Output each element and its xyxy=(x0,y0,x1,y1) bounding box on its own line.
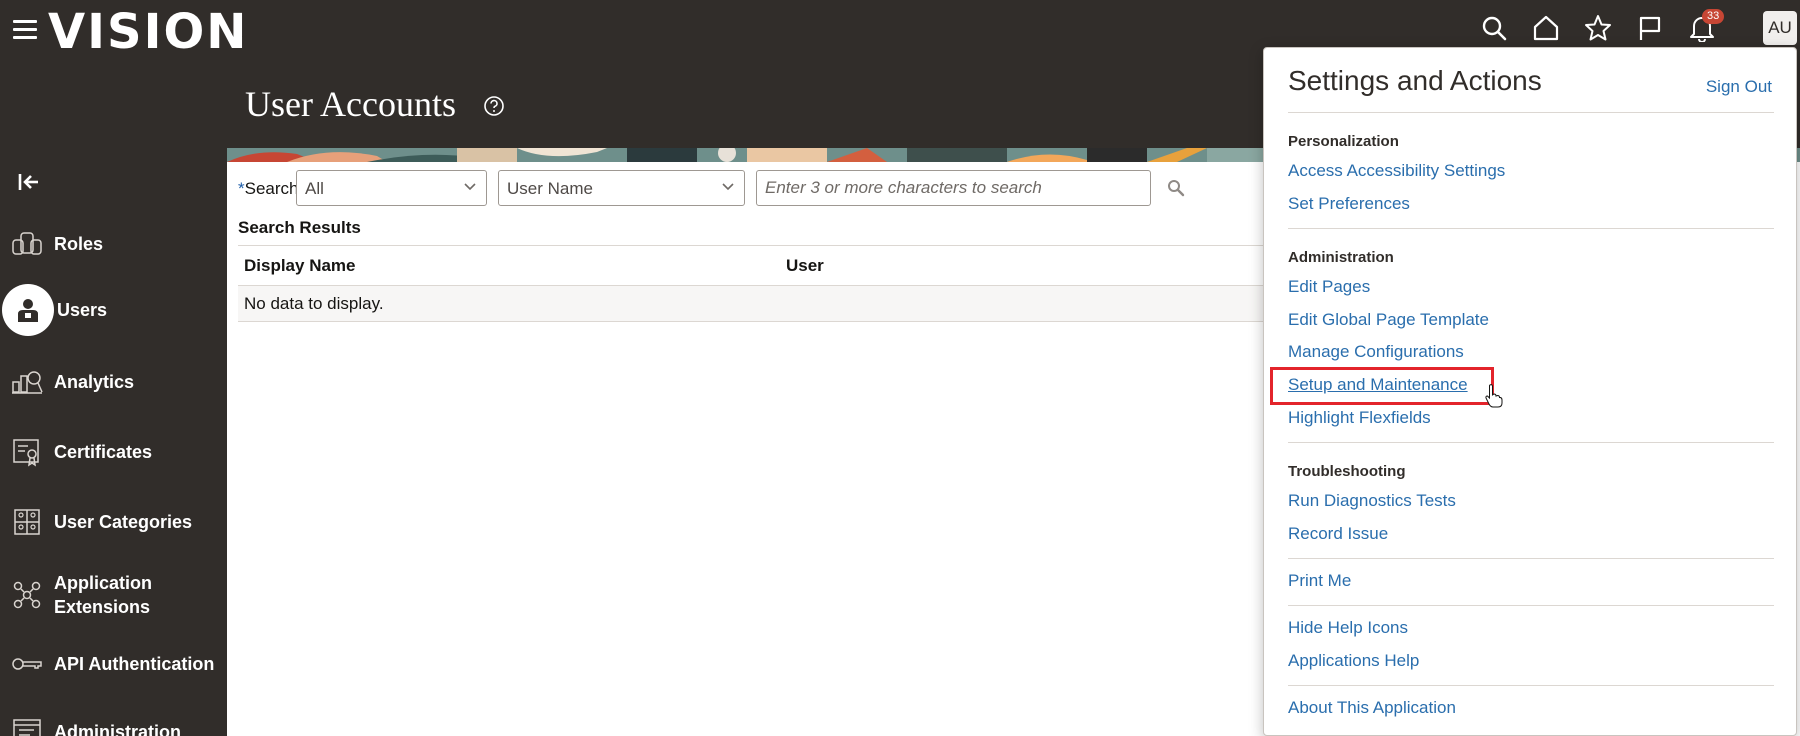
sidebar-item-label: User Categories xyxy=(54,512,193,532)
search-input[interactable] xyxy=(756,170,1151,206)
search-submit-icon[interactable] xyxy=(1166,178,1188,200)
divider xyxy=(1288,558,1774,559)
sidebar-item-api-authentication[interactable]: API Authentication xyxy=(0,644,227,684)
section-heading-personalization: Personalization xyxy=(1288,133,1399,150)
table-row: No data to display. xyxy=(238,286,1338,322)
notification-count-badge: 33 xyxy=(1702,9,1725,24)
user-categories-icon xyxy=(10,505,44,539)
help-icon[interactable] xyxy=(483,95,505,117)
analytics-icon xyxy=(10,365,44,399)
print-me-link[interactable]: Print Me xyxy=(1288,570,1351,592)
set-preferences-link[interactable]: Set Preferences xyxy=(1288,193,1410,215)
edit-global-page-template-link[interactable]: Edit Global Page Template xyxy=(1288,309,1489,331)
results-table: Display Name User No data to display. xyxy=(238,245,1338,322)
column-header-user[interactable]: User xyxy=(786,256,824,276)
search-field-select[interactable]: User Name xyxy=(498,170,745,206)
sidebar-item-user-categories[interactable]: User Categories xyxy=(0,502,227,542)
search-bar: *Search All User Name xyxy=(238,170,1238,206)
chevron-down-icon xyxy=(722,183,734,191)
highlight-flexfields-link[interactable]: Highlight Flexfields xyxy=(1288,407,1431,429)
panel-title: Settings and Actions xyxy=(1288,65,1542,96)
no-data-message: No data to display. xyxy=(244,294,384,313)
settings-and-actions-panel: Settings and Actions Sign Out Personaliz… xyxy=(1263,47,1797,736)
sidebar-item-label: Analytics xyxy=(54,372,135,392)
user-icon xyxy=(2,284,54,336)
record-issue-link[interactable]: Record Issue xyxy=(1288,523,1388,545)
column-header-display-name[interactable]: Display Name xyxy=(244,256,356,276)
sidebar-item-label: Administration xyxy=(54,722,182,736)
chevron-down-icon xyxy=(464,183,476,191)
hide-help-icons-link[interactable]: Hide Help Icons xyxy=(1288,617,1408,639)
page-title: User Accounts xyxy=(245,84,456,124)
search-icon[interactable] xyxy=(1477,11,1511,45)
run-diagnostics-tests-link[interactable]: Run Diagnostics Tests xyxy=(1288,490,1456,512)
sidebar-item-label: Application Extensions xyxy=(54,573,152,617)
collapse-sidebar-icon[interactable] xyxy=(16,170,40,194)
divider xyxy=(1288,605,1774,606)
sidebar-item-administration[interactable]: Administration xyxy=(0,712,227,736)
sidebar-item-label: Users xyxy=(57,300,108,320)
section-heading-troubleshooting: Troubleshooting xyxy=(1288,463,1406,480)
hamburger-menu-icon[interactable] xyxy=(13,20,37,40)
about-this-application-link[interactable]: About This Application xyxy=(1288,697,1456,719)
certificate-icon xyxy=(10,435,44,469)
sidebar-item-analytics[interactable]: Analytics xyxy=(0,362,227,402)
mouse-pointer-hand-icon xyxy=(1485,384,1503,408)
sidebar-item-roles[interactable]: Roles xyxy=(0,224,227,264)
section-heading-administration: Administration xyxy=(1288,249,1394,266)
administration-icon xyxy=(10,715,44,736)
divider xyxy=(1288,685,1774,686)
sidebar-item-label: API Authentication xyxy=(54,654,215,674)
home-icon[interactable] xyxy=(1529,11,1563,45)
manage-configurations-link[interactable]: Manage Configurations xyxy=(1288,341,1464,363)
divider xyxy=(1288,228,1774,229)
sidebar-item-label: Certificates xyxy=(54,442,153,462)
notifications-bell-icon[interactable]: 33 xyxy=(1685,9,1725,45)
vision-logo: VISION xyxy=(48,4,249,60)
application-extensions-icon xyxy=(10,578,44,612)
sign-out-link[interactable]: Sign Out xyxy=(1706,77,1772,97)
sidebar-item-certificates[interactable]: Certificates xyxy=(0,432,227,472)
favorites-star-icon[interactable] xyxy=(1581,11,1615,45)
divider xyxy=(1288,442,1774,443)
divider xyxy=(1288,112,1774,113)
roles-icon xyxy=(10,227,44,261)
search-results-title: Search Results xyxy=(238,218,361,237)
key-icon xyxy=(10,647,44,681)
access-accessibility-settings-link[interactable]: Access Accessibility Settings xyxy=(1288,160,1505,182)
sidebar-item-application-extensions[interactable]: Application Extensions xyxy=(0,568,227,622)
sidebar-item-label: Roles xyxy=(54,234,104,254)
edit-pages-link[interactable]: Edit Pages xyxy=(1288,276,1370,298)
highlight-annotation-box xyxy=(1270,367,1494,405)
search-label: *Search xyxy=(238,179,299,198)
watchlist-flag-icon[interactable] xyxy=(1633,11,1667,45)
search-scope-select[interactable]: All xyxy=(296,170,487,206)
sidebar: Roles Users Analytics Certificates User … xyxy=(0,62,227,736)
user-avatar-button[interactable]: AU xyxy=(1763,11,1797,45)
table-header: Display Name User xyxy=(238,246,1338,286)
applications-help-link[interactable]: Applications Help xyxy=(1288,650,1419,672)
sidebar-item-users[interactable]: Users xyxy=(0,284,227,336)
